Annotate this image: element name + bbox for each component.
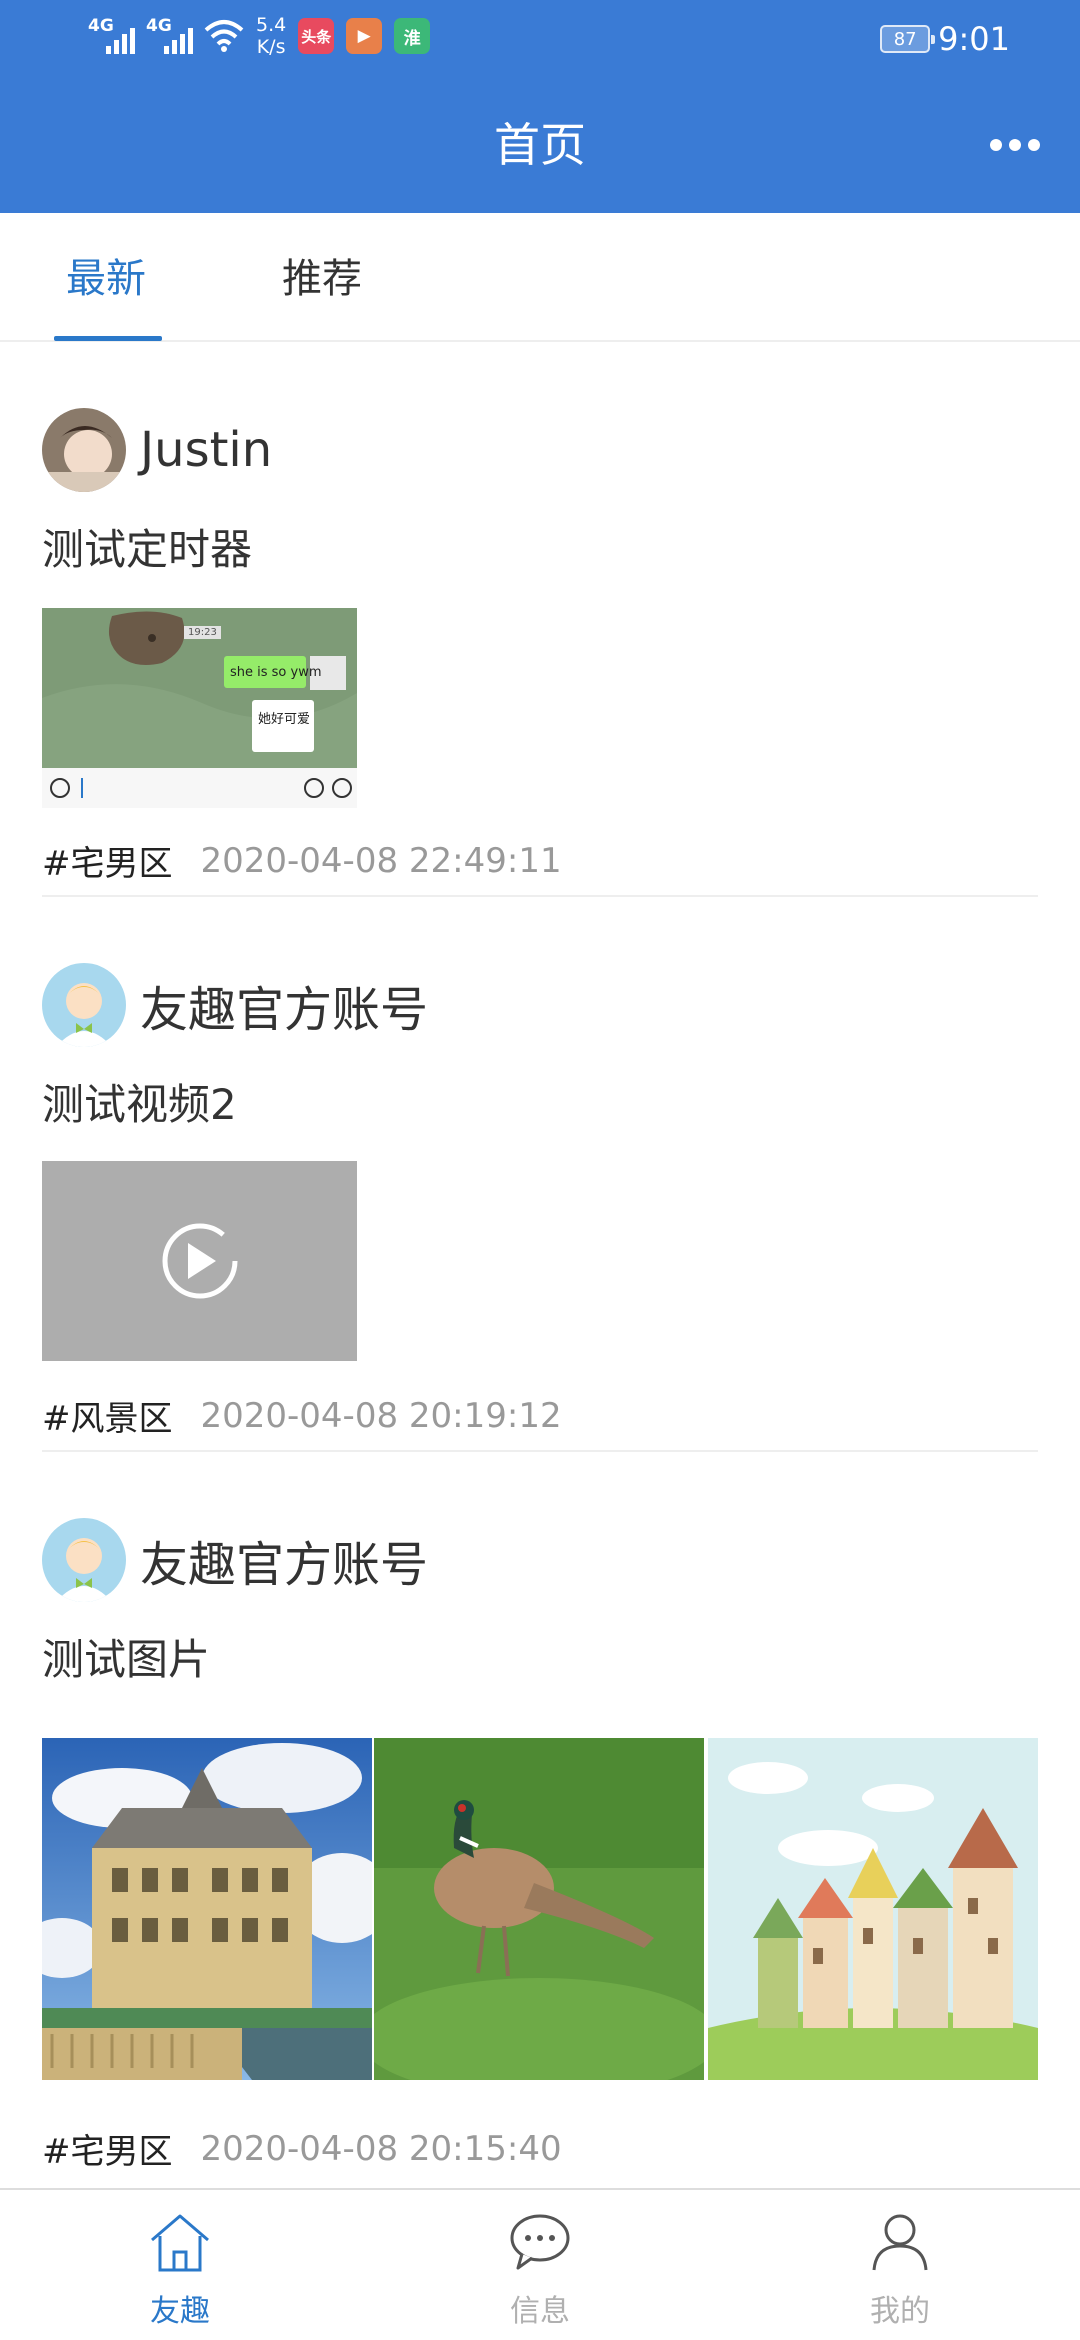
post-text: 测试视频2 [42,1080,237,1129]
username[interactable]: 友趣官方账号 [140,1525,428,1595]
post-text: 测试定时器 [42,525,253,574]
page-title: 首页 [494,118,586,172]
speed-unit: K/s [256,36,286,58]
wifi-icon [204,20,244,52]
screenshot-time-label: 19:23 [184,626,221,639]
nav-item-profile[interactable]: 我的 [800,2190,1000,2340]
video-thumbnail[interactable] [42,1161,357,1361]
post-author[interactable]: Justin [42,408,272,492]
app-icon-label: ▶ [357,26,371,46]
status-bar: 4G 4G 5.4 K/s 头条 ▶ 淮 87 9:01 [0,0,1080,78]
avatar[interactable] [42,408,126,492]
post-divider [42,895,1038,897]
app-icon-label: 淮 [403,28,421,49]
post-image-screenshot[interactable]: 19:23 she is so ywm 她好可爱 [42,608,357,808]
post-topic[interactable]: #风景区 [42,1391,173,1440]
screenshot-chat-bubble: she is so ywm [230,665,322,680]
username[interactable]: Justin [140,422,272,478]
post-author[interactable]: 友趣官方账号 [42,963,428,1047]
nav-label: 我的 [870,2294,930,2329]
username[interactable]: 友趣官方账号 [140,970,428,1040]
post-text: 测试图片 [42,1635,211,1684]
huai-app-icon: 淮 [394,18,431,54]
chat-icon[interactable] [508,2210,572,2274]
battery-icon: 87 [880,25,936,53]
battery-level: 87 [893,28,917,50]
bottom-navigation: 友趣 信息 我的 [0,2188,1080,2340]
avatar[interactable] [42,1518,126,1602]
post-meta: #宅男区 2020-04-08 22:49:11 [42,836,562,885]
post-divider [42,1450,1038,1452]
feed-tabs: 最新 推荐 [0,213,1080,342]
status-time: 9:01 [938,20,1010,58]
app-icon-label: 头条 [301,27,332,46]
network-speed: 5.4 K/s [256,14,286,58]
active-tab-indicator [54,336,162,341]
post-meta: #风景区 2020-04-08 20:19:12 [42,1391,562,1440]
post-topic[interactable]: #宅男区 [42,836,173,885]
video-app-icon: ▶ [346,18,383,54]
post-meta: #宅男区 2020-04-08 20:15:40 [42,2124,562,2173]
user-icon[interactable] [868,2210,932,2274]
feed-post[interactable]: 友趣官方账号 测试视频2 #风景区 2020-04-08 20:19:12 [42,963,1038,1453]
nav-label: 信息 [510,2294,570,2329]
home-icon[interactable] [148,2210,212,2274]
post-time: 2020-04-08 22:49:11 [200,840,562,881]
cartoon-houses-photo[interactable] [708,1738,1038,2080]
play-icon[interactable] [42,1161,357,1361]
tab-recommended[interactable]: 推荐 [282,249,362,309]
cell-signal-icon: 4G [88,16,135,56]
toutiao-app-icon: 头条 [298,18,335,54]
nav-label: 友趣 [150,2294,210,2329]
app-header: 4G 4G 5.4 K/s 头条 ▶ 淮 87 9:01 首页 [0,0,1080,213]
post-author[interactable]: 友趣官方账号 [42,1518,428,1602]
post-time: 2020-04-08 20:19:12 [200,1395,562,1436]
nav-item-messages[interactable]: 信息 [440,2190,640,2340]
more-options-icon[interactable] [990,136,1040,154]
castle-photo[interactable] [42,1738,372,2080]
pheasant-photo[interactable] [374,1738,704,2080]
feed-post[interactable]: Justin 测试定时器 19:23 she is so ywm 她好可爱 #宅… [42,408,1038,898]
feed-post[interactable]: 友趣官方账号 测试图片 #宅男区 2020-04-08 20:15:40 [42,1518,1038,2188]
speed-value: 5.4 [256,14,287,36]
avatar[interactable] [42,963,126,1047]
nav-item-home[interactable]: 友趣 [80,2190,280,2340]
post-time: 2020-04-08 20:15:40 [200,2128,562,2169]
tab-latest[interactable]: 最新 [66,249,146,309]
cell-signal-icon: 4G [146,16,193,56]
post-topic[interactable]: #宅男区 [42,2124,173,2173]
screenshot-chat-card: 她好可爱 [258,712,311,727]
